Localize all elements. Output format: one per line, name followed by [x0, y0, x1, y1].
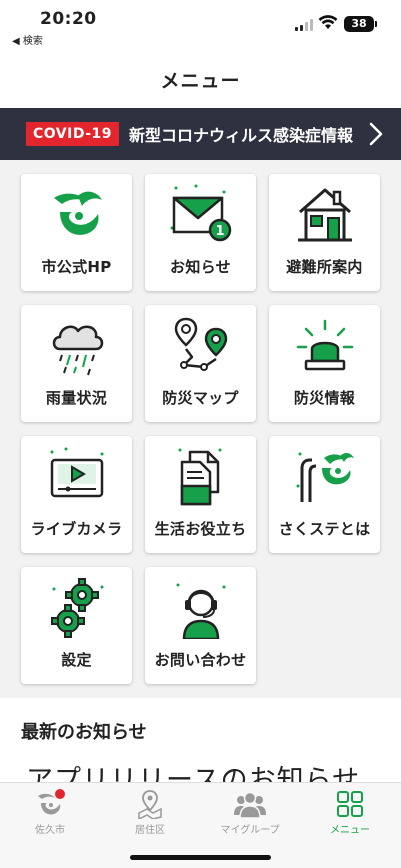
map-pin-route-icon — [174, 317, 227, 371]
operator-headset-icon — [176, 583, 225, 639]
menu-tile-label: 防災情報 — [293, 389, 356, 407]
tab-menu[interactable]: メニュー — [300, 789, 400, 836]
bottom-tab-bar: 佐久市 居住区 マイグループ メニュー — [0, 782, 401, 868]
menu-tile-label: 防災マップ — [162, 389, 239, 407]
menu-tile-live-camera[interactable]: ライブカメラ — [21, 436, 132, 553]
tab-saku-city[interactable]: 佐久市 — [0, 789, 100, 836]
grid-menu-icon — [337, 791, 363, 817]
status-time: 20:20 — [40, 9, 97, 29]
menu-tile-living-tips[interactable]: 生活お役立ち — [145, 436, 256, 553]
menu-screen: 20:20 ◀ 検索 38 メニュー COVID-19 新型コロナウィルス感染症… — [0, 0, 401, 868]
wifi-icon — [318, 15, 338, 29]
menu-tile-disaster-info[interactable]: 防災情報 — [269, 305, 380, 422]
documents-icon — [178, 448, 221, 506]
menu-tile-label: 生活お役立ち — [154, 520, 247, 538]
menu-tile-rainfall[interactable]: 雨量状況 — [21, 305, 132, 422]
house-icon — [297, 188, 352, 242]
menu-tile-disaster-map[interactable]: 防災マップ — [145, 305, 256, 422]
rain-cloud-icon — [52, 325, 103, 376]
status-bar: 20:20 ◀ 検索 38 — [0, 0, 401, 50]
city-logo-icon — [38, 789, 65, 815]
menu-tile-label: さくステとは — [278, 520, 371, 538]
tab-label: マイグループ — [220, 825, 280, 836]
menu-tile-label: お問い合わせ — [154, 651, 247, 669]
covid-badge: COVID-19 — [26, 122, 120, 146]
video-player-icon — [50, 447, 103, 498]
menu-tile-notices[interactable]: 1 お知らせ — [145, 174, 256, 291]
menu-tile-settings[interactable]: 設定 — [21, 567, 132, 684]
home-indicator[interactable] — [130, 855, 271, 860]
notification-count: 1 — [215, 224, 224, 239]
page-title: メニュー — [160, 70, 241, 92]
tab-residence[interactable]: 居住区 — [100, 789, 200, 836]
map-pin-icon — [138, 790, 162, 819]
mail-notification-icon: 1 — [170, 184, 231, 242]
alert-light-icon — [296, 319, 353, 371]
menu-tile-label: ライブカメラ — [30, 520, 123, 538]
menu-tile-contact[interactable]: お問い合わせ — [145, 567, 256, 684]
covid-banner[interactable]: COVID-19 新型コロナウィルス感染症情報 — [0, 108, 401, 160]
tab-label: メニュー — [330, 825, 370, 836]
menu-tile-label: 市公式HP — [41, 258, 112, 276]
menu-tile-about-sakusute[interactable]: さくステとは — [269, 436, 380, 553]
latest-news-heading: 最新のお知らせ — [21, 722, 147, 743]
tab-my-group[interactable]: マイグループ — [200, 789, 300, 836]
battery-indicator: 38 — [344, 16, 377, 32]
sakusute-logo-icon — [296, 452, 354, 502]
covid-banner-label: 新型コロナウィルス感染症情報 — [129, 126, 354, 145]
city-logo-icon — [53, 191, 102, 235]
menu-tile-label: お知らせ — [170, 258, 231, 276]
tab-label: 居住区 — [135, 825, 165, 836]
menu-tile-label: 設定 — [61, 651, 92, 669]
gears-icon — [50, 578, 103, 638]
menu-tile-shelter-guide[interactable]: 避難所案内 — [269, 174, 380, 291]
menu-tile-label: 雨量状況 — [45, 389, 108, 407]
menu-tile-city-hp[interactable]: 市公式HP — [21, 174, 132, 291]
back-to-search-link[interactable]: ◀ 検索 — [12, 32, 43, 47]
app-header: メニュー — [0, 50, 401, 108]
cellular-signal-icon — [295, 18, 313, 31]
menu-tile-label: 避難所案内 — [286, 258, 363, 276]
tab-label: 佐久市 — [35, 825, 65, 836]
group-icon — [234, 791, 266, 819]
chevron-right-icon — [369, 122, 383, 146]
